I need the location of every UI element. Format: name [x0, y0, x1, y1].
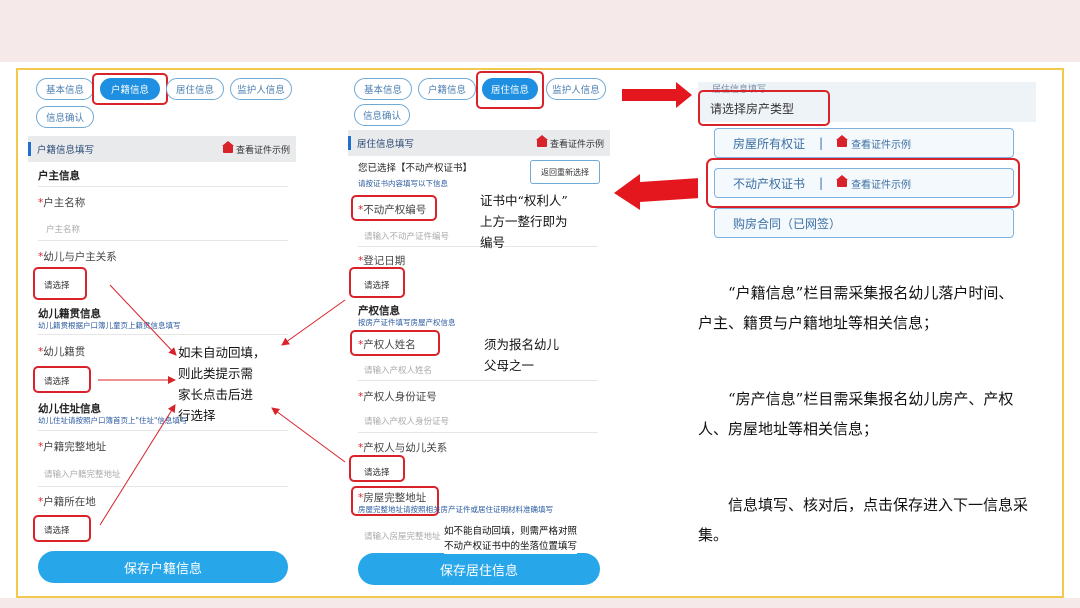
option-purchase-contract[interactable]: 购房合同（已网签）	[714, 208, 1014, 238]
owner-relation-label: *产权人与幼儿关系	[358, 442, 448, 454]
property-description: “房产信息”栏目需采集报名幼儿房产、产权人、房屋地址等相关信息；	[698, 390, 1014, 438]
certificate-icon	[836, 135, 849, 147]
address-note: 如不能自动回填，则需严格对照 不动产权证书中的坐落位置填写	[444, 524, 578, 554]
reselect-button[interactable]: 返回重新选择	[530, 160, 600, 184]
highlight-owner-name	[350, 330, 440, 356]
property-heading: 产权信息	[358, 305, 400, 317]
cert-no-note: 证书中“权利人” 上方一整行即为 编号	[480, 193, 568, 250]
example-link[interactable]: 查看证件示例	[535, 135, 604, 150]
save-description: 信息填写、核对后，点击保存进入下一信息采集。	[698, 496, 1029, 544]
chosen-type-text: 您已选择【不动产权证书】	[358, 163, 473, 174]
highlight-residence-tab	[476, 71, 544, 109]
house-address-hint: 房屋完整地址请按照相关房产证件或居住证明材料准确填写	[358, 505, 553, 514]
chosen-type-hint: 请按证书内容填写以下信息	[358, 179, 448, 188]
house-address-input[interactable]: 请输入房屋完整地址	[364, 530, 444, 544]
tab-household-info[interactable]: 户籍信息	[418, 78, 476, 100]
highlight-owner-relation	[349, 455, 405, 482]
highlight-cert-no	[351, 195, 437, 221]
auto-fill-note: 如未自动回填， 则此类提示需 家长点击后进 行选择	[178, 345, 266, 423]
divider	[358, 380, 598, 381]
highlight-prompt	[698, 90, 830, 126]
owner-id-input[interactable]: 请输入产权人身份证号	[364, 415, 594, 429]
save-residence-button[interactable]: 保存居住信息	[358, 553, 600, 585]
option-house-ownership[interactable]: 房屋所有权证 | 查看证件示例	[714, 128, 1014, 158]
reg-date-label: *登记日期	[358, 255, 406, 267]
section-title: 居住信息填写	[357, 139, 415, 150]
highlight-real-estate-option	[706, 158, 1020, 208]
certificate-icon	[535, 135, 548, 147]
example-link[interactable]: 查看证件示例	[836, 135, 911, 151]
divider	[358, 432, 598, 433]
owner-note: 须为报名幼儿 父母之一	[484, 337, 560, 373]
owner-id-label: *产权人身份证号	[358, 391, 437, 403]
tab-guardian-info[interactable]: 监护人信息	[546, 78, 606, 100]
section-marker	[348, 136, 351, 150]
tab-basic-info[interactable]: 基本信息	[354, 78, 412, 100]
highlight-reg-date	[349, 267, 405, 298]
tab-confirm-info[interactable]: 信息确认	[354, 104, 410, 126]
household-description: “户籍信息”栏目需采集报名幼儿落户时间、户主、籍贯与户籍地址等相关信息；	[698, 284, 1014, 332]
owner-name-input[interactable]: 请输入产权人姓名	[364, 364, 594, 378]
residence-section-header: 居住信息填写 查看证件示例	[348, 130, 610, 156]
property-type-panel: 居住信息填写 请选择房产类型 房屋所有权证 | 查看证件示例 不动产权证书 | …	[698, 82, 1036, 246]
property-hint: 按房产证件填写房屋产权信息	[358, 318, 456, 327]
